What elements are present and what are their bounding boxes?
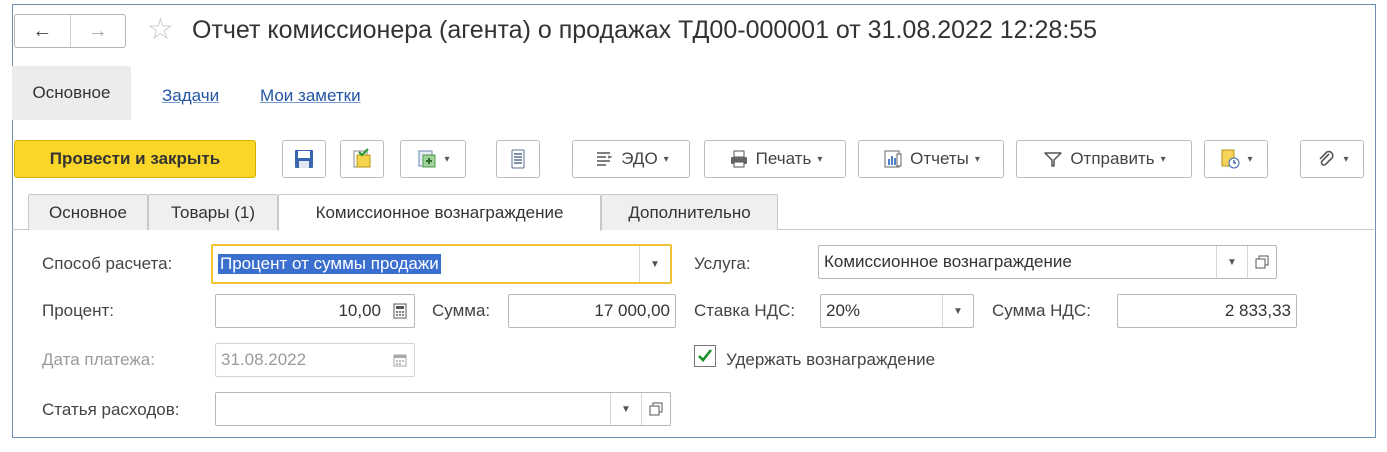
payment-date-value: 31.08.2022 bbox=[221, 350, 307, 369]
calculator-icon[interactable] bbox=[386, 303, 414, 319]
post-and-close-button[interactable]: Провести и закрыть bbox=[14, 140, 256, 178]
calc-method-select[interactable]: Процент от суммы продажи ▼ bbox=[211, 244, 672, 284]
reports-label: Отчеты bbox=[910, 149, 969, 168]
send-button[interactable]: Отправить ▾ bbox=[1016, 140, 1192, 178]
tab-goods[interactable]: Товары (1) bbox=[148, 194, 278, 230]
list-icon bbox=[511, 149, 525, 169]
send-icon bbox=[1044, 152, 1063, 167]
paperclip-icon bbox=[1319, 150, 1335, 166]
open-icon[interactable] bbox=[1248, 255, 1276, 269]
nav-notes[interactable]: Мои заметки bbox=[260, 86, 361, 106]
save-button[interactable] bbox=[282, 140, 326, 178]
page-title: Отчет комиссионера (агента) о продажах Т… bbox=[192, 16, 1098, 44]
post-icon bbox=[353, 148, 371, 168]
chevron-down-icon[interactable]: ▼ bbox=[1217, 257, 1247, 268]
chevron-down-icon[interactable]: ▼ bbox=[611, 404, 641, 415]
chevron-down-icon: ▾ bbox=[1343, 153, 1349, 165]
chevron-down-icon: ▾ bbox=[1160, 153, 1166, 165]
service-value: Комиссионное вознаграждение bbox=[824, 252, 1072, 271]
chevron-down-icon: ▾ bbox=[444, 153, 450, 165]
sum-input[interactable]: 17 000,00 bbox=[508, 294, 676, 328]
percent-input[interactable]: 10,00 bbox=[215, 294, 415, 328]
checkmark-icon bbox=[698, 349, 713, 362]
chevron-down-icon: ▾ bbox=[1247, 153, 1253, 165]
vat-rate-value: 20% bbox=[826, 301, 861, 320]
sum-label: Сумма: bbox=[432, 301, 491, 320]
percent-value: 10,00 bbox=[338, 301, 381, 320]
withhold-checkbox[interactable] bbox=[694, 345, 716, 367]
list-button[interactable] bbox=[496, 140, 540, 178]
vat-rate-select[interactable]: 20% ▼ bbox=[820, 294, 974, 328]
chevron-down-icon: ▾ bbox=[974, 153, 980, 165]
percent-label: Процент: bbox=[42, 301, 115, 320]
send-label: Отправить bbox=[1070, 149, 1155, 168]
open-icon[interactable] bbox=[642, 402, 670, 416]
calc-method-value: Процент от суммы продажи bbox=[218, 254, 441, 274]
edo-label: ЭДО bbox=[621, 149, 658, 168]
vat-sum-input[interactable]: 2 833,33 bbox=[1117, 294, 1297, 328]
history-nav: ← → bbox=[14, 14, 126, 48]
payment-date-label: Дата платежа: bbox=[42, 350, 155, 369]
arrow-left-icon: ← bbox=[32, 19, 53, 42]
print-button[interactable]: Печать ▾ bbox=[704, 140, 846, 178]
chevron-down-icon: ▾ bbox=[817, 153, 823, 165]
tab-main[interactable]: Основное bbox=[28, 194, 148, 230]
nav-main[interactable]: Основное bbox=[12, 66, 131, 120]
post-button[interactable] bbox=[340, 140, 384, 178]
tab-commission[interactable]: Комиссионное вознаграждение bbox=[278, 194, 601, 231]
calc-method-label: Способ расчета: bbox=[42, 254, 173, 273]
calendar-icon[interactable] bbox=[386, 353, 414, 367]
service-label: Услуга: bbox=[694, 254, 751, 273]
reports-button[interactable]: Отчеты ▾ bbox=[858, 140, 1004, 178]
arrow-right-icon: → bbox=[87, 19, 108, 42]
vat-sum-value: 2 833,33 bbox=[1224, 301, 1291, 320]
chevron-down-icon[interactable]: ▼ bbox=[943, 306, 973, 317]
tab-additional[interactable]: Дополнительно bbox=[601, 194, 778, 230]
payment-date-input[interactable]: 31.08.2022 bbox=[215, 343, 415, 377]
service-select[interactable]: Комиссионное вознаграждение ▼ bbox=[818, 245, 1277, 279]
favorite-star-icon[interactable]: ☆ bbox=[147, 15, 174, 45]
back-button[interactable]: ← bbox=[15, 15, 70, 47]
create-based-on-button[interactable]: ▾ bbox=[400, 140, 466, 178]
edo-icon bbox=[597, 152, 613, 166]
print-label: Печать bbox=[755, 149, 812, 168]
edo-button[interactable]: ЭДО ▾ bbox=[572, 140, 690, 178]
create-based-icon bbox=[418, 150, 436, 168]
expense-item-select[interactable]: ▼ bbox=[215, 392, 671, 426]
nav-tasks[interactable]: Задачи bbox=[162, 86, 219, 106]
withhold-label[interactable]: Удержать вознаграждение bbox=[726, 350, 935, 370]
expense-item-label: Статья расходов: bbox=[42, 400, 180, 419]
document-clock-icon bbox=[1221, 149, 1240, 169]
chevron-down-icon: ▾ bbox=[663, 153, 669, 165]
chevron-down-icon[interactable]: ▼ bbox=[640, 259, 670, 270]
vat-sum-label: Сумма НДС: bbox=[992, 301, 1091, 320]
printer-icon bbox=[730, 150, 747, 168]
vat-rate-label: Ставка НДС: bbox=[694, 301, 796, 320]
forward-button[interactable]: → bbox=[69, 15, 126, 47]
attachments-button[interactable]: ▾ bbox=[1300, 140, 1364, 178]
save-icon bbox=[295, 150, 313, 168]
reports-icon bbox=[884, 150, 902, 168]
related-documents-button[interactable]: ▾ bbox=[1204, 140, 1268, 178]
sum-value: 17 000,00 bbox=[594, 301, 670, 320]
